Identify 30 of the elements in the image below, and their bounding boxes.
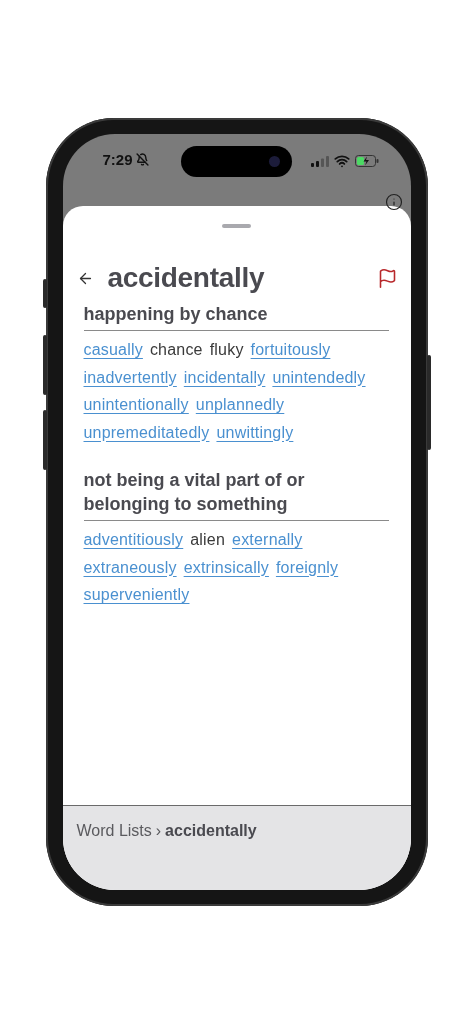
- synonym-link[interactable]: unintendedly: [272, 363, 366, 391]
- synonym-text: alien: [190, 530, 226, 550]
- wifi-icon: [333, 153, 350, 169]
- synonym-link[interactable]: fortuitously: [250, 336, 331, 364]
- synonym-text: fluky: [209, 340, 244, 360]
- synonym-link[interactable]: foreignly: [275, 553, 339, 581]
- signal-icon: [310, 155, 329, 167]
- synonym-link[interactable]: adventitiously: [83, 526, 184, 554]
- battery-icon: [354, 155, 379, 167]
- synonym-link[interactable]: unwittingly: [216, 418, 294, 446]
- synonym-link[interactable]: inadvertently: [83, 363, 177, 391]
- breadcrumb-current: accidentally: [165, 822, 257, 840]
- synonym-link[interactable]: incidentally: [183, 363, 266, 391]
- sheet-handle[interactable]: [222, 224, 251, 228]
- synonym-link[interactable]: extraneously: [83, 553, 177, 581]
- breadcrumb-link[interactable]: Word Lists: [76, 822, 152, 840]
- synonym-link[interactable]: unplannedly: [195, 391, 285, 419]
- info-icon[interactable]: [384, 193, 403, 211]
- sense-heading: not being a vital part of or belonging to something: [83, 468, 389, 521]
- synonym-link[interactable]: unpremeditatedly: [83, 418, 210, 446]
- synonym-link[interactable]: superveniently: [83, 581, 190, 609]
- synonym-link[interactable]: externally: [232, 526, 303, 554]
- synonym-link[interactable]: unintentionally: [83, 391, 189, 419]
- synonym-text: chance: [149, 340, 203, 360]
- breadcrumb-separator: ›: [155, 822, 162, 840]
- sense-heading: happening by chance: [83, 302, 389, 331]
- synonym-link[interactable]: extrinsically: [183, 553, 269, 581]
- synonym-link[interactable]: casually: [83, 336, 143, 364]
- word-title: accidentally: [107, 262, 266, 294]
- status-time: 7:29: [102, 151, 149, 168]
